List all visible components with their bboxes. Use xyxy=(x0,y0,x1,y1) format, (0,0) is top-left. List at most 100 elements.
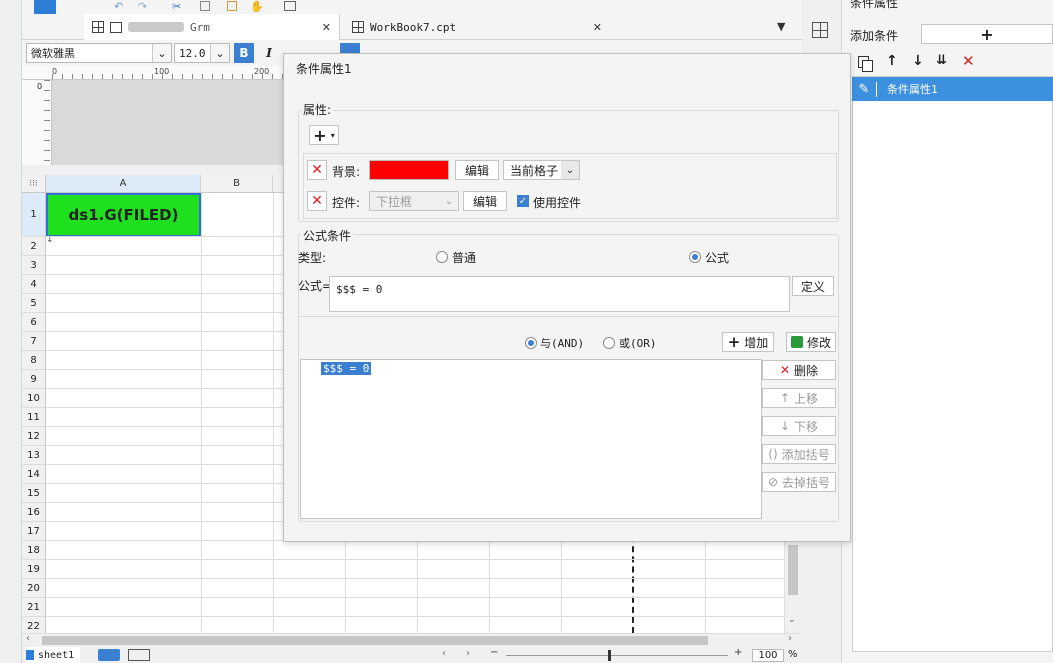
row-header[interactable]: 3 xyxy=(22,256,46,275)
add-parenthesis-button[interactable]: () 添加括号 xyxy=(762,444,836,464)
copy-icon[interactable] xyxy=(200,1,210,11)
next-sheet-icon[interactable]: › xyxy=(466,648,470,659)
font-name-select[interactable]: 微软雅黑 ⌄ xyxy=(26,43,172,63)
condition-expression-item[interactable]: $$$ = 0 xyxy=(321,362,372,375)
tab-menu-icon[interactable]: ▼ xyxy=(777,20,785,33)
move-up-button[interactable]: ↑ 上移 xyxy=(762,388,836,408)
type-formula-radio[interactable] xyxy=(689,251,701,263)
preview-icon[interactable] xyxy=(284,1,296,11)
row-header[interactable]: 13 xyxy=(22,446,46,465)
bold-button[interactable]: B xyxy=(234,43,254,63)
row-header[interactable]: 18 xyxy=(22,541,46,560)
delete-button[interactable]: ✕ 删除 xyxy=(762,360,836,380)
delete-condition-icon[interactable]: ✕ xyxy=(962,52,975,70)
row-header[interactable]: 10 xyxy=(22,389,46,408)
add-poly-sheet-icon[interactable] xyxy=(128,649,150,661)
modify-icon xyxy=(790,336,803,348)
scroll-thumb[interactable] xyxy=(788,545,798,595)
row-header[interactable]: 21 xyxy=(22,598,46,617)
remove-widget-icon[interactable]: ✕ xyxy=(307,191,327,211)
zoom-in-icon[interactable]: + xyxy=(734,647,742,658)
move-down-label: 下移 xyxy=(794,419,819,434)
formula-condition-label: 公式条件 xyxy=(301,227,354,244)
add-condition-button[interactable]: + xyxy=(921,24,1053,44)
add-condition-item-button[interactable]: + 增加 xyxy=(722,332,774,352)
prev-sheet-icon[interactable]: ‹ xyxy=(442,648,446,659)
undo-icon[interactable]: ↶ xyxy=(114,0,123,13)
column-header-a[interactable]: A xyxy=(46,175,201,193)
row-header[interactable]: 20 xyxy=(22,579,46,598)
row-header[interactable]: 15 xyxy=(22,484,46,503)
row-header[interactable]: 1 xyxy=(22,193,46,237)
background-scope-select[interactable]: 当前格子 ⌄ xyxy=(503,160,580,180)
use-widget-checkbox[interactable]: ✓ xyxy=(517,195,529,207)
add-sheet-icon[interactable] xyxy=(98,649,120,661)
close-tab-icon[interactable]: ✕ xyxy=(322,21,331,34)
add-property-button[interactable]: + ▾ xyxy=(309,125,339,145)
move-down-button[interactable]: ↓ 下移 xyxy=(762,416,836,436)
scroll-left-icon[interactable]: ‹ xyxy=(26,633,30,644)
define-button[interactable]: 定义 xyxy=(792,276,834,296)
and-radio[interactable] xyxy=(525,337,537,349)
formula-input[interactable]: $$$ = 0 xyxy=(329,276,790,312)
row-header[interactable]: 2 xyxy=(22,237,46,256)
move-down-icon[interactable]: ↓ xyxy=(912,53,924,69)
close-tab-icon[interactable]: ✕ xyxy=(593,21,602,34)
edit-background-button[interactable]: 编辑 xyxy=(455,160,499,180)
row-header[interactable]: 6 xyxy=(22,313,46,332)
sheet-tab[interactable]: sheet1 xyxy=(26,647,80,663)
cut-icon[interactable]: ✂ xyxy=(172,0,181,13)
cell-attr-icon[interactable] xyxy=(812,22,828,38)
doc-tab-workbook7[interactable]: WorkBook7.cpt ✕ xyxy=(344,14,610,40)
zoom-slider-handle[interactable] xyxy=(608,650,611,661)
column-header-b[interactable]: B xyxy=(201,175,273,193)
italic-button[interactable]: I xyxy=(260,43,278,63)
row-header[interactable]: 16 xyxy=(22,503,46,522)
row-header[interactable]: 5 xyxy=(22,294,46,313)
ruler-ticks xyxy=(52,74,290,79)
chevron-down-icon: ▾ xyxy=(330,130,335,140)
row-header[interactable]: 19 xyxy=(22,560,46,579)
scroll-down-icon[interactable]: ⌄ xyxy=(788,615,796,625)
doc-tab-form[interactable]: Grm ✕ xyxy=(84,14,340,40)
move-up-label: 上移 xyxy=(794,391,819,406)
horizontal-scrollbar[interactable]: ‹ › xyxy=(22,633,800,647)
paste-icon[interactable] xyxy=(227,1,237,11)
remove-parenthesis-button[interactable]: ⊘ 去掉括号 xyxy=(762,472,836,492)
scroll-thumb[interactable] xyxy=(42,636,708,645)
zoom-out-icon[interactable]: − xyxy=(490,647,498,658)
copy-condition-icon[interactable] xyxy=(858,56,873,72)
font-size-select[interactable]: 12.0 ⌄ xyxy=(174,43,230,63)
row-header[interactable]: 4 xyxy=(22,275,46,294)
zoom-slider[interactable] xyxy=(506,655,728,656)
redo-icon[interactable]: ↷ xyxy=(138,0,147,13)
row-header[interactable]: 9 xyxy=(22,370,46,389)
remove-background-icon[interactable]: ✕ xyxy=(307,160,327,180)
modify-button[interactable]: 修改 xyxy=(786,332,836,352)
format-painter-icon[interactable]: ✋ xyxy=(250,0,264,13)
edit-widget-button[interactable]: 编辑 xyxy=(463,191,507,211)
background-color-swatch[interactable] xyxy=(369,160,449,180)
row-header[interactable]: 14 xyxy=(22,465,46,484)
type-label: 类型: xyxy=(298,251,327,265)
move-up-icon[interactable]: ↑ xyxy=(886,53,898,69)
zoom-input[interactable]: 100 xyxy=(752,649,784,662)
remove-parenthesis-label: 去掉括号 xyxy=(782,475,831,490)
page-preview-area xyxy=(52,80,290,165)
condition-list-item[interactable]: ✎ 条件属性1 xyxy=(852,77,1053,101)
row-header[interactable]: 7 xyxy=(22,332,46,351)
widget-type-select[interactable]: 下拉框 ⌄ xyxy=(369,191,459,211)
doc-tab-workbook7-label: WorkBook7.cpt xyxy=(370,20,457,34)
move-bottom-icon[interactable]: ⇊ xyxy=(936,53,947,68)
condition-expression-list[interactable]: $$$ = 0 xyxy=(300,359,762,519)
row-header[interactable]: 17 xyxy=(22,522,46,541)
row-header[interactable]: 12 xyxy=(22,427,46,446)
type-normal-label: 普通 xyxy=(452,251,477,265)
row-header[interactable]: 11 xyxy=(22,408,46,427)
select-all-corner[interactable]: ⁝⁝⁝ xyxy=(22,175,46,193)
scroll-right-icon[interactable]: › xyxy=(788,633,792,644)
type-normal-radio[interactable] xyxy=(436,251,448,263)
grid-icon xyxy=(92,21,104,33)
row-header[interactable]: 8 xyxy=(22,351,46,370)
or-radio[interactable] xyxy=(603,337,615,349)
